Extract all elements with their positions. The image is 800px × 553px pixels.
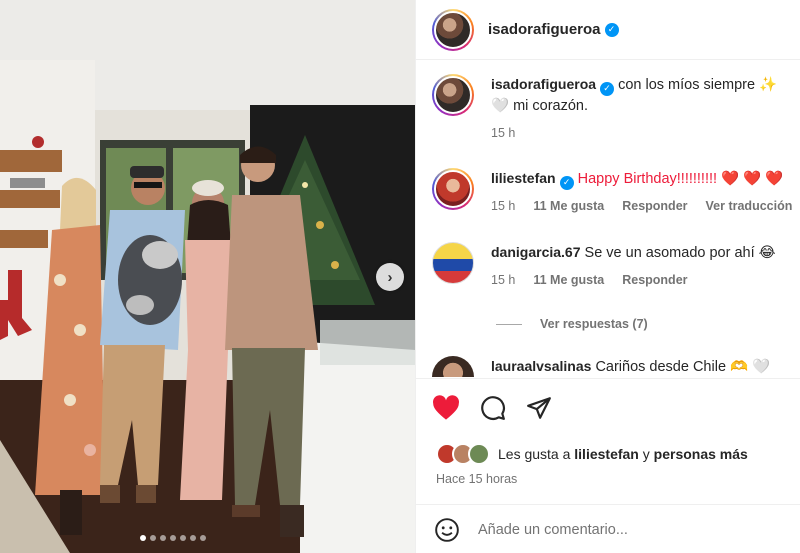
- heart-filled-icon[interactable]: [432, 395, 460, 421]
- post-photo[interactable]: ›: [0, 0, 415, 553]
- liker-avatar: [468, 443, 490, 465]
- post-details-panel: isadorafigueroa ✓ isadorafigueroa ✓ con l…: [415, 0, 800, 553]
- likes-summary[interactable]: Les gusta a liliestefan y personas más: [436, 443, 748, 465]
- likes-connector: y: [642, 446, 650, 462]
- likes-rest[interactable]: personas más: [654, 446, 748, 462]
- action-bar: [432, 395, 552, 421]
- carousel-dot: [140, 535, 146, 541]
- comment-username[interactable]: lauraalvsalinas: [491, 358, 591, 374]
- comment-likes[interactable]: 11 Me gusta: [533, 199, 604, 213]
- comments-list[interactable]: isadorafigueroa ✓ con los míos siempre ✨ …: [416, 61, 800, 377]
- reply-button[interactable]: Responder: [622, 199, 687, 213]
- carousel-dot: [170, 535, 176, 541]
- smiley-icon[interactable]: [434, 517, 460, 543]
- comment-text: Cariños desde Chile 🫶 🤍: [595, 359, 771, 375]
- comment-bubble-icon[interactable]: [480, 395, 506, 421]
- post-actions-section: Les gusta a liliestefan y personas más H…: [416, 378, 800, 548]
- post-timestamp[interactable]: Hace 15 horas: [436, 472, 517, 486]
- author-username[interactable]: isadorafigueroa: [488, 21, 601, 38]
- carousel-dot: [180, 535, 186, 541]
- caption-time[interactable]: 15 h: [491, 126, 515, 140]
- chevron-right-icon: ›: [387, 268, 393, 286]
- verified-badge-icon: ✓: [604, 22, 619, 37]
- comment-username[interactable]: liliestefan: [491, 170, 556, 186]
- carousel-dot: [200, 535, 206, 541]
- comment-username[interactable]: danigarcia.67: [491, 244, 581, 260]
- caption: isadorafigueroa ✓ con los míos siempre ✨ …: [432, 74, 797, 140]
- likes-prefix: Les gusta a: [498, 446, 571, 462]
- carousel-dot: [190, 535, 196, 541]
- view-replies-button[interactable]: Ver respuestas (7): [496, 317, 648, 331]
- carousel-next-button[interactable]: ›: [376, 263, 404, 291]
- comment-item: lauraalvsalinas Cariños desde Chile 🫶 🤍: [432, 356, 797, 377]
- comment-likes[interactable]: 11 Me gusta: [533, 273, 604, 287]
- comment-time[interactable]: 15 h: [491, 199, 515, 213]
- translate-button[interactable]: Ver traducción: [706, 199, 793, 213]
- reply-button[interactable]: Responder: [622, 273, 687, 287]
- commenter-avatar[interactable]: [432, 242, 474, 284]
- carousel-dot: [150, 535, 156, 541]
- comment-item: danigarcia.67 Se ve un asomado por ahí 😂…: [432, 242, 797, 287]
- carousel-dot: [160, 535, 166, 541]
- liker-avatars: [436, 443, 490, 465]
- verified-badge-icon: ✓: [600, 81, 615, 96]
- comment-input[interactable]: [478, 521, 758, 538]
- verified-badge-icon: ✓: [559, 175, 574, 190]
- likes-user[interactable]: liliestefan: [574, 446, 639, 462]
- comment-text: Se ve un asomado por ahí 😂: [584, 245, 776, 261]
- avatar-image: [434, 76, 472, 114]
- avatar-image: [434, 10, 472, 49]
- commenter-avatar[interactable]: [432, 356, 474, 377]
- caption-avatar[interactable]: [432, 74, 474, 116]
- post-header: isadorafigueroa ✓: [416, 0, 800, 60]
- comment-time[interactable]: 15 h: [491, 273, 515, 287]
- add-comment-bar: [416, 504, 800, 553]
- comment-meta: 15 h 11 Me gusta Responder: [491, 273, 797, 287]
- divider: [496, 323, 522, 325]
- paper-plane-icon[interactable]: [526, 395, 552, 421]
- family-christmas-photo: [0, 0, 415, 553]
- caption-username[interactable]: isadorafigueroa: [491, 76, 596, 92]
- comment-text: Happy Birthday!!!!!!!!!! ❤️ ❤️ ❤️: [577, 171, 784, 187]
- carousel-indicator: [140, 535, 206, 541]
- avatar-image: [434, 170, 472, 208]
- caption-meta: 15 h: [491, 126, 797, 140]
- author-avatar[interactable]: [432, 8, 474, 51]
- view-replies-label: Ver respuestas (7): [540, 317, 648, 331]
- comment-item: liliestefan ✓ Happy Birthday!!!!!!!!!! ❤️…: [432, 168, 797, 213]
- commenter-avatar[interactable]: [432, 168, 474, 210]
- comment-meta: 15 h 11 Me gusta Responder Ver traducció…: [491, 199, 797, 213]
